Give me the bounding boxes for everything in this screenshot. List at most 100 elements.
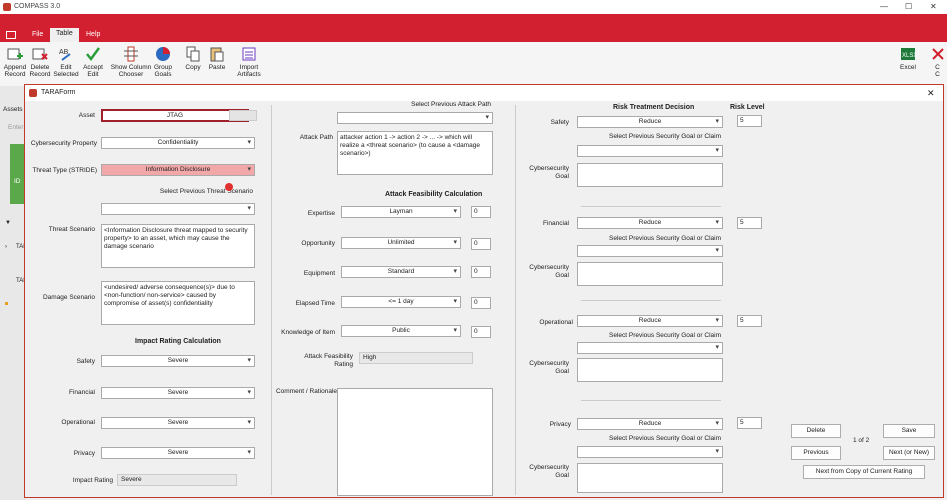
threat-scenario-label: Threat Scenario (48, 226, 95, 233)
ribbon-label: Edit (87, 71, 99, 78)
prev-goal-dropdown-financial[interactable] (577, 245, 723, 257)
svg-text:XLSX: XLSX (902, 53, 916, 59)
ribbon-label: C (935, 71, 940, 78)
operational-impact-dropdown[interactable]: Severe (101, 417, 255, 429)
knowledge-dropdown[interactable]: Public (341, 325, 461, 337)
feasibility-header: Attack Feasibility Calculation (385, 191, 483, 198)
treat-operational-label: Operational (539, 319, 573, 326)
comment-textarea[interactable] (337, 388, 493, 496)
impact-header: Impact Rating Calculation (135, 338, 221, 345)
menu-table[interactable]: Table (50, 28, 79, 42)
safety-impact-label: Safety (76, 358, 95, 365)
elapsed-time-value: 0 (471, 297, 491, 309)
menu-file[interactable]: File (32, 31, 43, 38)
expertise-label: Expertise (307, 210, 335, 217)
treat-operational-dropdown[interactable]: Reduce (577, 315, 723, 327)
minimize-icon[interactable]: — (880, 2, 888, 11)
save-button[interactable]: Save (883, 424, 935, 438)
show-column-chooser-button[interactable]: Show Column Chooser (110, 46, 152, 78)
attack-path-textarea[interactable]: attacker action 1 -> action 2 -> ... -> … (337, 131, 493, 175)
ribbon: Append Record Delete Record AB Edit Selecte… (0, 42, 947, 86)
treat-safety-dropdown[interactable]: Reduce (577, 116, 723, 128)
safety-impact-dropdown[interactable]: Severe (101, 355, 255, 367)
damage-scenario-textarea[interactable]: <undesired/ adverse consequence(s)> due … (101, 281, 255, 325)
elapsed-time-dropdown[interactable]: <= 1 day (341, 296, 461, 308)
rtd-header: Risk Treatment Decision (613, 104, 695, 111)
edit-selected-button[interactable]: AB Edit Selected (51, 46, 81, 78)
next-button[interactable]: Next (or New) (883, 446, 935, 460)
assets-tab[interactable]: Assets (3, 106, 23, 113)
cyber-goal-textarea-privacy[interactable] (577, 463, 723, 493)
opportunity-label: Opportunity (301, 240, 335, 247)
maximize-icon[interactable]: ☐ (905, 2, 912, 11)
ribbon-label: Record (4, 71, 26, 78)
ribbon-label: Excel (900, 64, 916, 71)
close-icon[interactable]: ✕ (930, 2, 937, 11)
excel-export-button[interactable]: XLSX Excel (893, 46, 923, 71)
background-table-area: Assets Enter ID ▼ › TAF TAF (0, 86, 27, 500)
menu-bar: File Table Help (0, 14, 947, 42)
prev-goal-label: Select Previous Security Goal or Claim (609, 133, 721, 140)
treat-financial-dropdown[interactable]: Reduce (577, 217, 723, 229)
import-icon (242, 47, 256, 61)
privacy-impact-dropdown[interactable]: Severe (101, 447, 255, 459)
section-divider (581, 400, 721, 401)
edit-icon: AB (59, 49, 71, 61)
risk-level-privacy: 5 (737, 417, 762, 429)
cyber-property-dropdown[interactable]: Confidentiality (101, 137, 255, 149)
expertise-dropdown[interactable]: Layman (341, 206, 461, 218)
import-artifacts-button[interactable]: Import Artifacts (232, 46, 266, 78)
asset-extra-field (229, 110, 257, 121)
financial-impact-dropdown[interactable]: Severe (101, 387, 255, 399)
threat-scenario-textarea[interactable]: <Information Disclosure threat mapped to… (101, 224, 255, 268)
opportunity-dropdown[interactable]: Unlimited (341, 237, 461, 249)
cyber-goal-textarea-financial[interactable] (577, 262, 723, 286)
equipment-dropdown[interactable]: Standard (341, 266, 461, 278)
prev-threat-dropdown[interactable] (101, 203, 255, 215)
comment-label: Comment / Rationale (275, 388, 337, 395)
asset-dropdown[interactable]: JTAG (101, 109, 249, 122)
threat-type-dropdown[interactable]: Information Disclosure (101, 164, 255, 176)
prev-goal-label: Select Previous Security Goal or Claim (609, 235, 721, 242)
prev-attack-dropdown[interactable] (337, 112, 493, 124)
expertise-value: 0 (471, 206, 491, 218)
privacy-impact-label: Privacy (73, 450, 95, 457)
form-close-icon[interactable]: ✕ (927, 88, 935, 99)
asset-label: Asset (78, 112, 95, 119)
page-indicator: 1 of 2 (853, 437, 870, 444)
next-from-copy-button[interactable]: Next from Copy of Current Rating (803, 465, 925, 479)
cyber-goal-textarea-operational[interactable] (577, 358, 723, 382)
tara-form-window: TARAForm ✕ Asset JTAG Cybersecurity Prop… (24, 84, 944, 498)
pie-chart-icon (156, 47, 170, 61)
prev-goal-dropdown-safety[interactable] (577, 145, 723, 157)
form-title-bar: TARAForm ✕ (25, 85, 943, 101)
feasibility-rating-label: Attack Feasibility Rating (304, 353, 353, 368)
cursor-indicator (225, 183, 233, 191)
treat-privacy-dropdown[interactable]: Reduce (577, 418, 723, 430)
excel-icon: XLSX (901, 48, 916, 60)
menu-help[interactable]: Help (86, 31, 100, 38)
clear-button[interactable]: CC (928, 46, 947, 78)
cyber-goal-label: Cybersecurity Goal (529, 264, 569, 279)
paste-button[interactable]: Paste (202, 46, 232, 71)
treat-privacy-label: Privacy (549, 421, 571, 428)
id-column-label: ID (14, 178, 21, 185)
previous-button[interactable]: Previous (791, 446, 841, 460)
checkmark-icon (86, 47, 101, 62)
risk-level-financial: 5 (737, 217, 762, 229)
cyber-goal-label: Cybersecurity Goal (529, 165, 569, 180)
cyber-goal-textarea-safety[interactable] (577, 163, 723, 187)
quick-access-icon[interactable] (6, 31, 16, 39)
ribbon-label: Show Column (110, 64, 152, 71)
delete-button[interactable]: Delete (791, 424, 841, 438)
prev-goal-dropdown-operational[interactable] (577, 342, 723, 354)
prev-goal-dropdown-privacy[interactable] (577, 446, 723, 458)
filter-input[interactable]: Enter (8, 124, 24, 131)
elapsed-time-label: Elapsed Time (295, 300, 335, 307)
attack-path-label: Attack Path (299, 134, 333, 141)
accept-edit-button[interactable]: Accept Edit (78, 46, 108, 78)
treat-financial-label: Financial (542, 220, 569, 227)
column-divider (271, 105, 272, 495)
group-goals-button[interactable]: Group Goals (148, 46, 178, 78)
feasibility-rating-field: High (359, 352, 473, 364)
